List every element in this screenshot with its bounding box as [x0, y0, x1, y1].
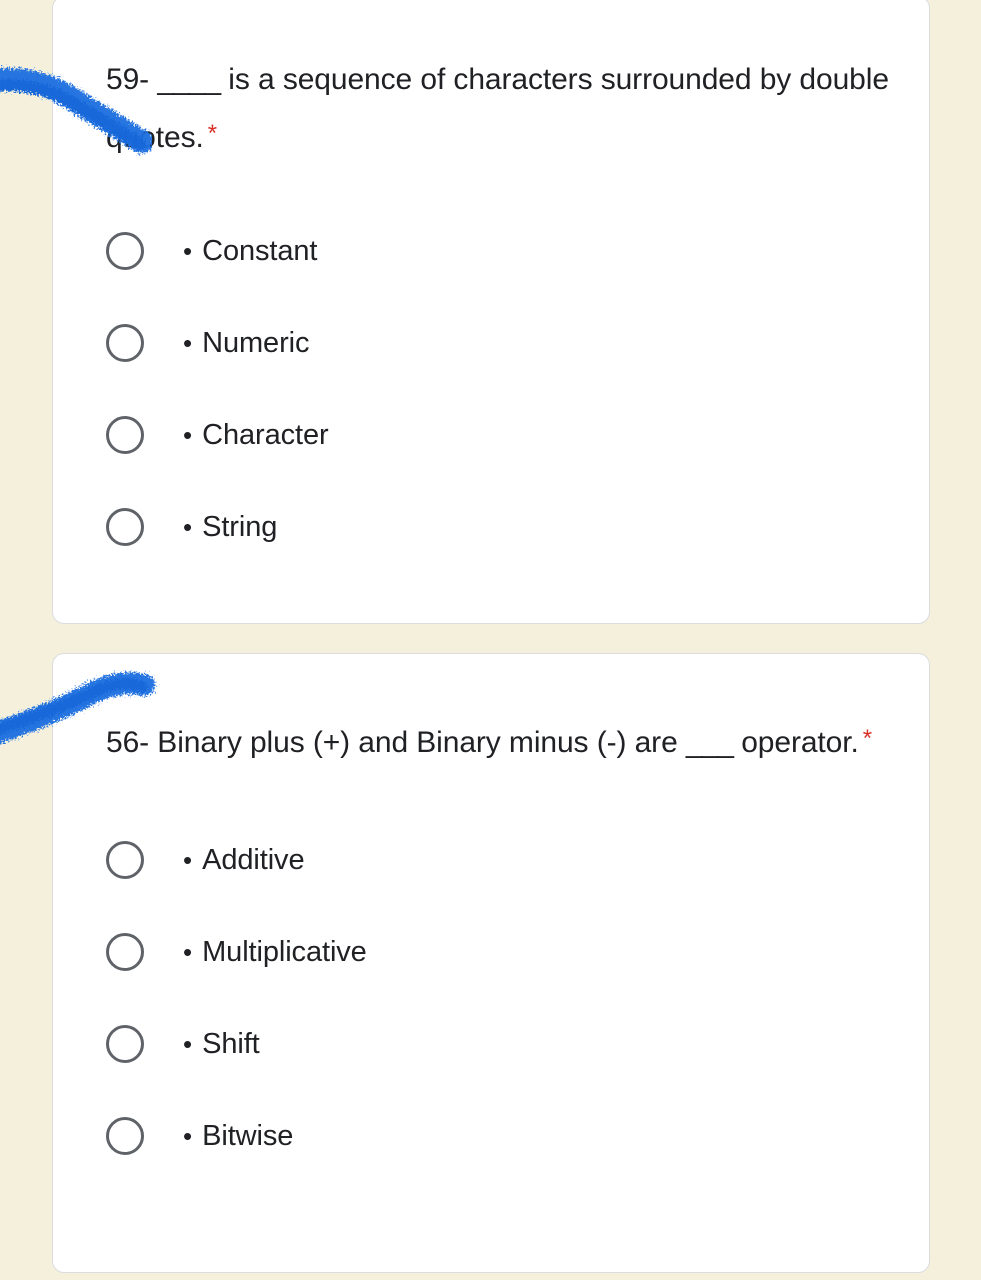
radio-button-constant[interactable]: [106, 232, 144, 270]
question-1-text: 59- ____ is a sequence of characters sur…: [106, 0, 905, 165]
question-card-1-content: 59- ____ is a sequence of characters sur…: [106, 0, 905, 573]
radio-button-bitwise[interactable]: [106, 1117, 144, 1155]
question-card-1: 59- ____ is a sequence of characters sur…: [52, 0, 930, 624]
option-label-numeric: Numeric: [202, 326, 310, 359]
question-1-options: • Constant • Numeric • Character • Strin: [106, 205, 905, 573]
question-1-required-asterisk: *: [207, 120, 217, 147]
option-label-constant: Constant: [202, 234, 318, 267]
question-1-blank: ____: [157, 63, 221, 96]
option-label-multiplicative: Multiplicative: [202, 935, 367, 968]
scrollbar-track[interactable]: [957, 0, 977, 1280]
option-label-string: String: [202, 510, 278, 543]
question-2-options: • Additive • Multiplicative • Shift • Bi: [106, 814, 905, 1182]
bullet-icon: •: [183, 1121, 193, 1151]
bullet-icon: •: [183, 937, 193, 967]
question-2-number: 56-: [106, 726, 150, 759]
radio-button-additive[interactable]: [106, 841, 144, 879]
bullet-icon: •: [183, 420, 193, 450]
radio-button-string[interactable]: [106, 508, 144, 546]
question-2-text: 56- Binary plus (+) and Binary minus (-)…: [106, 654, 905, 770]
radio-button-multiplicative[interactable]: [106, 933, 144, 971]
option-row-shift[interactable]: • Shift: [106, 998, 905, 1090]
option-row-constant[interactable]: • Constant: [106, 205, 905, 297]
question-2-body-start: Binary plus (+) and Binary minus (-) are: [149, 726, 686, 759]
option-row-string[interactable]: • String: [106, 481, 905, 573]
option-label-shift: Shift: [202, 1027, 260, 1060]
option-label-additive: Additive: [202, 843, 305, 876]
option-row-character[interactable]: • Character: [106, 389, 905, 481]
question-card-2: 56- Binary plus (+) and Binary minus (-)…: [52, 653, 930, 1273]
question-card-2-content: 56- Binary plus (+) and Binary minus (-)…: [106, 654, 905, 1182]
question-2-required-asterisk: *: [862, 725, 872, 752]
question-2-blank: ___: [685, 726, 734, 759]
bullet-icon: •: [183, 512, 193, 542]
radio-button-numeric[interactable]: [106, 324, 144, 362]
option-row-multiplicative[interactable]: • Multiplicative: [106, 906, 905, 998]
form-page: 59- ____ is a sequence of characters sur…: [0, 0, 981, 1280]
question-2-body-end: operator.: [732, 726, 859, 759]
option-row-bitwise[interactable]: • Bitwise: [106, 1090, 905, 1182]
bullet-icon: •: [183, 1029, 193, 1059]
radio-button-shift[interactable]: [106, 1025, 144, 1063]
bullet-icon: •: [183, 845, 193, 875]
option-row-numeric[interactable]: • Numeric: [106, 297, 905, 389]
option-label-character: Character: [202, 418, 329, 451]
bullet-icon: •: [183, 328, 193, 358]
radio-button-character[interactable]: [106, 416, 144, 454]
option-row-additive[interactable]: • Additive: [106, 814, 905, 906]
option-label-bitwise: Bitwise: [202, 1119, 294, 1152]
question-1-number: 59-: [106, 63, 150, 96]
question-1-body: is a sequence of characters surrounded b…: [106, 63, 889, 154]
bullet-icon: •: [183, 236, 193, 266]
